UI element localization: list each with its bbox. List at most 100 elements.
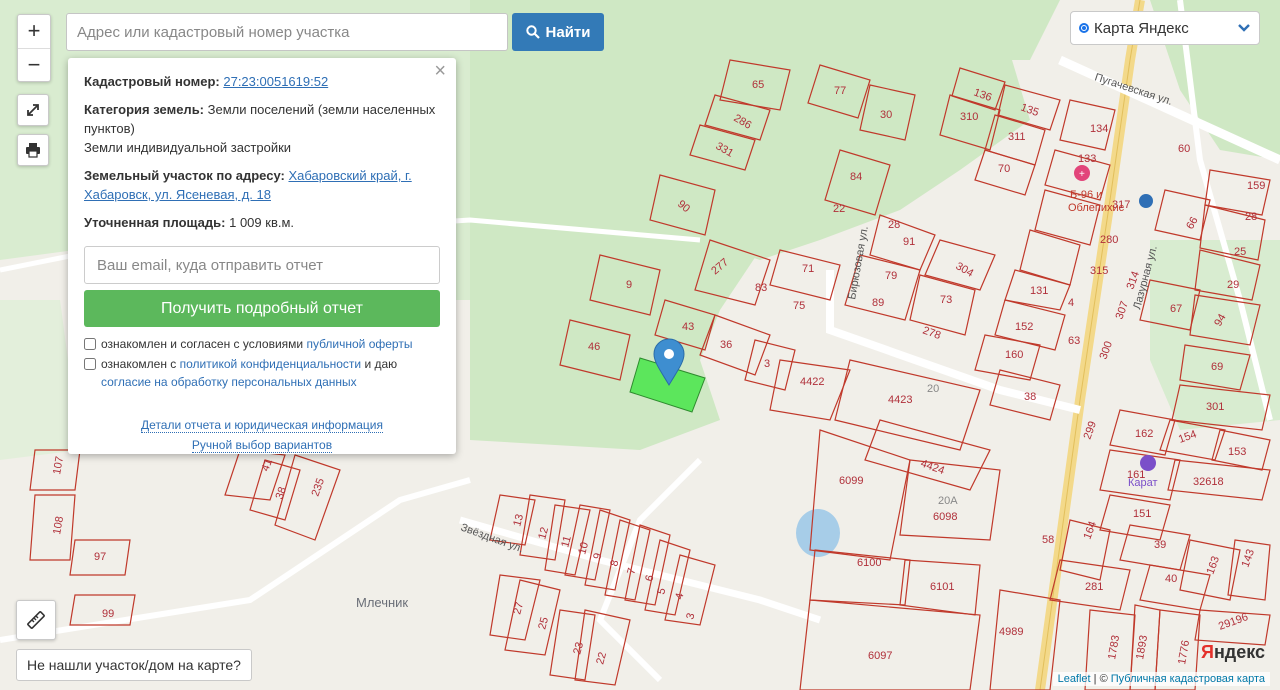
svg-text:Б-96 и: Б-96 и [1070, 189, 1102, 201]
fullscreen-button[interactable] [17, 94, 49, 126]
svg-text:28: 28 [1245, 211, 1257, 223]
consent-privacy-text: ознакомлен с [101, 357, 177, 371]
svg-text:75: 75 [793, 300, 805, 312]
search-icon [525, 25, 540, 39]
svg-text:280: 280 [1100, 234, 1118, 246]
search-input[interactable] [66, 13, 508, 51]
svg-text:4989: 4989 [999, 626, 1023, 638]
map-layer-select[interactable]: Карта Яндекс [1070, 11, 1260, 45]
leaflet-link[interactable]: Leaflet [1058, 673, 1091, 685]
svg-text:65: 65 [752, 79, 764, 91]
svg-text:6097: 6097 [868, 650, 892, 662]
consent-privacy-checkbox[interactable] [84, 358, 96, 370]
svg-text:71: 71 [802, 263, 814, 275]
svg-text:4: 4 [1068, 297, 1074, 309]
svg-text:60: 60 [1178, 143, 1190, 155]
svg-text:73: 73 [940, 294, 952, 306]
parcel-info-popup: × Кадастровый номер: 27:23:0051619:52 Ка… [68, 58, 456, 454]
svg-text:30: 30 [880, 109, 892, 121]
svg-text:Облепихис: Облепихис [1068, 202, 1125, 214]
map-attribution: Leaflet | © Публичная кадастровая карта [1052, 672, 1270, 686]
svg-text:3: 3 [764, 358, 770, 370]
svg-text:22: 22 [833, 203, 845, 215]
search-button[interactable]: Найти [512, 13, 604, 51]
svg-text:+: + [1079, 169, 1085, 180]
privacy-policy-link[interactable]: политикой конфиденциальности [180, 357, 361, 371]
close-icon[interactable]: × [434, 61, 446, 81]
measure-button[interactable] [16, 600, 56, 640]
svg-text:310: 310 [960, 111, 978, 123]
svg-text:6098: 6098 [933, 511, 957, 523]
svg-text:58: 58 [1042, 534, 1054, 546]
svg-text:152: 152 [1015, 321, 1033, 333]
svg-text:159: 159 [1247, 180, 1265, 192]
print-button[interactable] [17, 134, 49, 166]
land-category-label: Категория земель: [84, 102, 205, 117]
poi-pharmacy-icon: + [1074, 165, 1090, 181]
svg-text:6100: 6100 [857, 557, 881, 569]
address-label: Земельный участок по адресу: [84, 168, 285, 183]
svg-text:6101: 6101 [930, 581, 954, 593]
svg-text:46: 46 [588, 341, 600, 353]
svg-text:97: 97 [94, 551, 106, 563]
svg-text:162: 162 [1135, 428, 1153, 440]
email-field[interactable] [84, 246, 440, 284]
svg-text:83: 83 [755, 282, 767, 294]
report-details-link[interactable]: Детали отчета и юридическая информация [141, 418, 383, 433]
svg-text:Карат: Карат [1128, 477, 1158, 489]
expand-icon [27, 104, 39, 116]
svg-text:39: 39 [1154, 539, 1166, 551]
svg-text:32618: 32618 [1193, 476, 1224, 488]
svg-text:151: 151 [1133, 508, 1151, 520]
place-label-mlechnik: Млечник [356, 595, 408, 610]
poi-bus-icon [1139, 194, 1153, 208]
consent-offer-checkbox[interactable] [84, 338, 96, 350]
cadastral-map-link[interactable]: Публичная кадастровая карта [1111, 673, 1265, 685]
consent-privacy-row: ознакомлен с политикой конфиденциальност… [84, 355, 440, 391]
ruler-icon [27, 611, 45, 629]
printer-icon [26, 143, 40, 158]
svg-text:20А: 20А [938, 495, 958, 507]
svg-text:301: 301 [1206, 401, 1224, 413]
personal-data-consent-link[interactable]: согласие на обработку персональных данны… [101, 375, 357, 389]
svg-text:20: 20 [927, 383, 939, 395]
svg-text:70: 70 [998, 163, 1010, 175]
zoom-out-button[interactable]: − [18, 49, 50, 82]
svg-text:91: 91 [903, 236, 915, 248]
get-report-button[interactable]: Получить подробный отчет [84, 290, 440, 327]
consent-offer-row: ознакомлен и согласен с условиями публич… [84, 335, 440, 353]
consent-offer-text: ознакомлен и согласен с условиями [101, 337, 304, 351]
zoom-control: + − [17, 14, 51, 82]
svg-text:84: 84 [850, 171, 862, 183]
not-found-button[interactable]: Не нашли участок/дом на карте? [16, 649, 252, 681]
svg-text:4423: 4423 [888, 394, 912, 406]
public-offer-link[interactable]: публичной оферты [306, 337, 412, 351]
area-value: 1 009 кв.м. [229, 215, 295, 230]
svg-text:36: 36 [720, 339, 732, 351]
poi-shop-icon [1140, 455, 1156, 471]
svg-text:77: 77 [834, 85, 846, 97]
svg-text:133: 133 [1078, 153, 1096, 165]
svg-text:69: 69 [1211, 361, 1223, 373]
svg-text:281: 281 [1085, 581, 1103, 593]
search-button-label: Найти [545, 23, 591, 41]
map-layer-selected: Карта Яндекс [1094, 19, 1189, 37]
svg-text:89: 89 [872, 297, 884, 309]
svg-text:4422: 4422 [800, 376, 824, 388]
svg-text:43: 43 [682, 321, 694, 333]
svg-text:160: 160 [1005, 349, 1023, 361]
zoom-in-button[interactable]: + [18, 15, 50, 49]
svg-text:311: 311 [1008, 131, 1026, 143]
svg-text:40: 40 [1165, 573, 1177, 585]
svg-text:153: 153 [1228, 446, 1246, 458]
svg-text:99: 99 [102, 608, 114, 620]
svg-text:67: 67 [1170, 303, 1182, 315]
manual-choice-link[interactable]: Ручной выбор вариантов [191, 438, 333, 453]
consent-privacy-middle: и даю [364, 357, 398, 371]
yandex-logo: Яндекс [1201, 642, 1266, 662]
cadastral-number-link[interactable]: 27:23:0051619:52 [223, 74, 328, 89]
svg-text:29: 29 [1227, 279, 1239, 291]
svg-text:9: 9 [626, 279, 632, 291]
svg-text:315: 315 [1090, 265, 1108, 277]
svg-text:28: 28 [888, 219, 900, 231]
